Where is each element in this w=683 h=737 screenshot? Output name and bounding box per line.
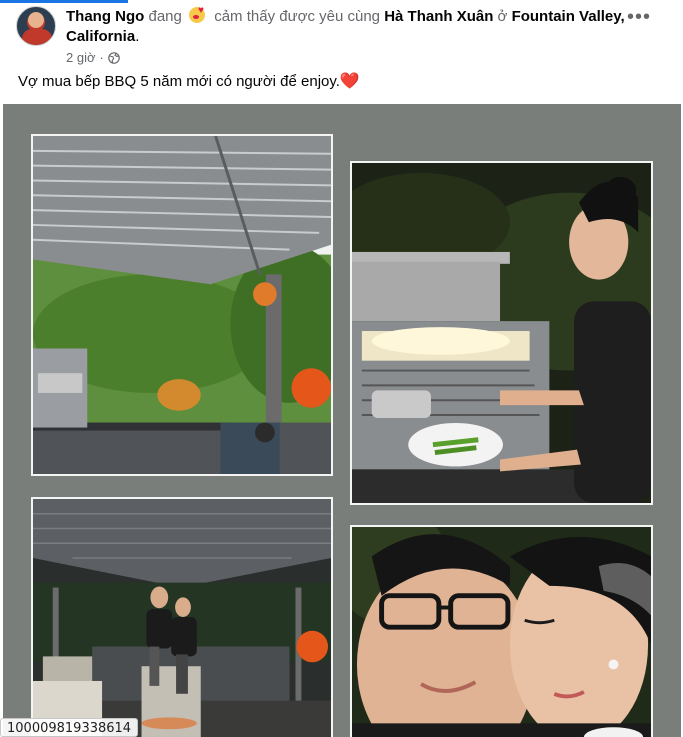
caption-text: Vợ mua bếp BBQ 5 năm mới có người để enj… <box>18 73 340 90</box>
verb-prefix: đang <box>148 8 182 25</box>
location-prefix: ở <box>497 8 508 25</box>
photo-outdoor-kitchen[interactable] <box>31 134 333 476</box>
post-caption: Vợ mua bếp BBQ 5 năm mới có người để enj… <box>18 72 360 92</box>
meta-separator: · <box>99 50 104 65</box>
author-name[interactable]: Thang Ngo <box>66 8 144 25</box>
user-id-overlay: 100009819338614 <box>0 718 139 737</box>
feeling-text: cảm thấy được yêu cùng <box>214 8 381 25</box>
photo-couple-selfie[interactable] <box>350 525 653 737</box>
post-meta: 2 giờ · <box>66 50 120 65</box>
post-timestamp[interactable]: 2 giờ <box>66 50 96 65</box>
kissing-face-emoji-icon: ♥ <box>188 6 208 24</box>
globe-icon[interactable] <box>108 51 120 64</box>
more-options-button[interactable]: ••• <box>621 6 657 28</box>
photo-night-grilling[interactable] <box>350 161 653 505</box>
heart-emoji-icon: ❤️ <box>339 73 360 90</box>
photo-collage[interactable] <box>3 104 681 737</box>
tagged-person[interactable]: Hà Thanh Xuân <box>384 8 493 25</box>
avatar[interactable] <box>16 6 56 46</box>
top-accent-bar <box>0 0 128 3</box>
photo-couple-pergola[interactable] <box>31 497 333 737</box>
header-period: . <box>135 28 140 45</box>
post-header: Thang Ngo đang ♥ cảm thấy được yêu cùng … <box>16 6 667 66</box>
post-header-text: Thang Ngo đang ♥ cảm thấy được yêu cùng … <box>66 6 636 47</box>
